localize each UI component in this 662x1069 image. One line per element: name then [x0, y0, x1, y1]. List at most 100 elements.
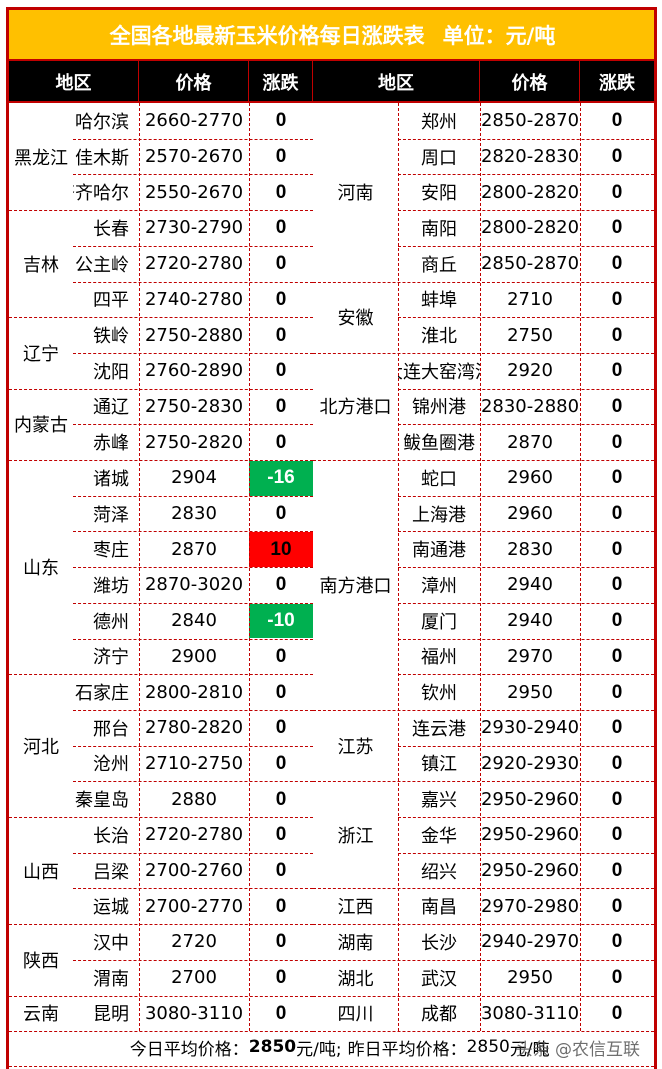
row-divider	[73, 281, 313, 283]
city-cell: 安阳	[421, 183, 457, 205]
city-cell: 连云港	[412, 718, 466, 740]
price-cell: 2850-2870	[480, 110, 580, 132]
price-cell: 2970-2980	[480, 895, 580, 917]
price-cell: 2830	[171, 503, 217, 525]
province-cell: 湖南	[337, 932, 374, 954]
title-text: 全国各地最新玉米价格每日涨跌表	[109, 23, 425, 48]
change-cell: 0	[611, 824, 623, 846]
province-cell: 北方港口	[319, 397, 392, 419]
city-cell: 潍坊	[93, 575, 129, 597]
city-cell: 镇江	[421, 754, 457, 776]
row-divider	[398, 817, 654, 818]
price-cell: 2870	[171, 538, 217, 560]
row-divider	[398, 674, 654, 676]
province-cell: 浙江	[337, 825, 374, 847]
row-divider	[313, 709, 654, 711]
price-cell: 2830	[507, 538, 553, 560]
row-divider	[313, 781, 654, 783]
city-cell: 邢台	[93, 718, 129, 740]
header-change-left: 涨跌	[249, 61, 313, 102]
city-cell: 长治	[93, 825, 129, 847]
city-cell: 通辽	[93, 397, 129, 419]
province-cell: 内蒙古	[14, 415, 68, 437]
change-cell: 0	[611, 110, 623, 132]
price-cell: 2960	[507, 467, 553, 489]
row-divider	[73, 852, 313, 854]
row-divider	[73, 531, 313, 533]
change-cell: 0	[611, 931, 623, 953]
row-divider	[398, 317, 654, 319]
price-cell: 2904	[171, 467, 217, 489]
city-cell: 绍兴	[421, 861, 457, 883]
price-cell: 2720-2780	[144, 824, 244, 846]
province-cell: 山西	[23, 861, 59, 883]
city-cell: 福州	[421, 647, 457, 669]
city-cell: 武汉	[421, 968, 457, 990]
column-divider	[139, 103, 140, 1032]
city-cell: 沧州	[93, 754, 129, 776]
city-cell: 哈尔滨	[75, 111, 129, 133]
today-avg-value: 2850	[248, 1037, 297, 1057]
row-divider	[313, 460, 654, 461]
province-cell: 黑龙江	[14, 147, 68, 169]
city-cell: 南通港	[412, 540, 466, 562]
change-cell: 0	[275, 110, 287, 132]
row-divider	[313, 995, 654, 997]
change-cell: 0	[275, 574, 287, 596]
change-cell: 0	[611, 360, 623, 382]
city-cell: 四平	[93, 290, 129, 312]
row-divider	[9, 924, 313, 926]
price-cell: 2940-2970	[480, 931, 580, 953]
row-divider	[73, 352, 313, 354]
change-cell: 0	[611, 467, 623, 489]
row-divider	[73, 424, 313, 426]
row-divider	[398, 638, 654, 640]
change-cell: 0	[275, 824, 287, 846]
table-title: 全国各地最新玉米价格每日涨跌表 单位：元/吨	[9, 10, 654, 61]
city-cell: 成都	[421, 1004, 457, 1026]
change-cell: 0	[611, 967, 623, 989]
row-divider	[313, 281, 654, 283]
price-cell: 2920	[507, 360, 553, 382]
change-cell: 0	[611, 645, 623, 667]
change-cell: 0	[275, 717, 287, 739]
price-cell: 3080-3110	[144, 1002, 244, 1024]
province-cell: 河南	[337, 183, 374, 205]
column-divider	[398, 103, 399, 1032]
change-cell: 0	[275, 752, 287, 774]
change-cell: 0	[275, 253, 287, 275]
price-cell: 2750-2820	[144, 431, 244, 453]
change-cell: 0	[611, 395, 623, 417]
city-cell: 南阳	[421, 218, 457, 240]
price-cell: 2570-2670	[144, 146, 244, 168]
change-cell: -10	[249, 603, 313, 639]
price-cell: 2730-2790	[144, 217, 244, 239]
price-cell: 2700-2770	[144, 895, 244, 917]
province-cell: 湖北	[337, 968, 374, 990]
change-cell: 0	[275, 895, 287, 917]
change-cell: 0	[275, 181, 287, 203]
city-cell: 渭南	[93, 968, 129, 990]
change-cell: 0	[611, 217, 623, 239]
city-cell: 厦门	[421, 611, 457, 633]
city-cell: 淮北	[421, 326, 457, 348]
price-cell: 2960	[507, 503, 553, 525]
yesterday-avg-value: 2850	[466, 1037, 510, 1057]
row-divider	[73, 781, 313, 783]
row-divider	[73, 174, 313, 176]
change-cell: 0	[611, 288, 623, 310]
row-divider	[73, 959, 313, 961]
change-cell: 0	[275, 1002, 287, 1024]
row-divider	[73, 495, 313, 497]
city-cell: 嘉兴	[421, 790, 457, 812]
change-cell: 0	[275, 146, 287, 168]
header-region-left: 地区	[9, 61, 139, 102]
city-cell: 德州	[93, 611, 129, 633]
price-cell: 2710-2750	[144, 752, 244, 774]
watermark: 头条 @农信互联	[515, 1039, 640, 1060]
change-cell: 0	[611, 324, 623, 346]
row-divider	[313, 959, 654, 961]
change-cell: 0	[611, 538, 623, 560]
city-cell: 石家庄	[75, 683, 129, 705]
price-cell: 2850-2870	[480, 253, 580, 275]
